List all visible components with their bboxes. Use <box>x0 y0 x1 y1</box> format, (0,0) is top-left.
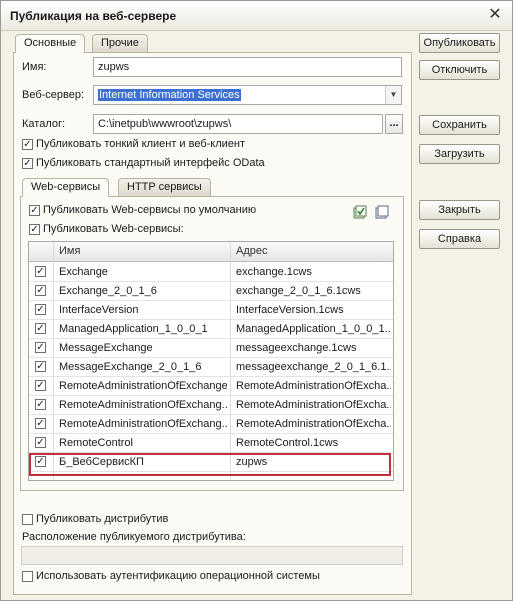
name-label: Имя: <box>22 61 47 73</box>
row-checkbox[interactable] <box>35 285 46 296</box>
default-services-label: Публиковать Web-сервисы по умолчанию <box>43 204 257 216</box>
name-field[interactable]: zupws <box>93 57 402 77</box>
table-row[interactable]: RemoteAdministrationOfExchang... RemoteAd… <box>29 415 393 434</box>
row-address: exchange_2_0_1_6.1cws <box>236 285 361 297</box>
distr-location-field <box>21 546 403 565</box>
row-checkbox[interactable] <box>35 342 46 353</box>
tab-main[interactable]: Основные <box>15 34 86 53</box>
row-address: InterfaceVersion.1cws <box>236 304 344 316</box>
row-checkbox[interactable] <box>35 323 46 334</box>
table-row[interactable]: Exchange_2_0_1_6 exchange_2_0_1_6.1cws <box>29 282 393 301</box>
window-title: Публикация на веб-сервере <box>10 9 177 23</box>
os-auth-label: Использовать аутентификацию операционной… <box>36 570 320 582</box>
row-address: RemoteControl.1cws <box>236 437 339 449</box>
row-address: messageexchange_2_0_1_6.1... <box>236 361 391 373</box>
help-button[interactable]: Справка <box>419 229 500 249</box>
row-name: InterfaceVersion <box>59 304 139 316</box>
tab-other[interactable]: Прочие <box>92 34 148 52</box>
row-name: Б_ВебСервисКП <box>59 456 144 468</box>
row-name: MessageExchange <box>59 342 153 354</box>
row-checkbox[interactable] <box>35 437 46 448</box>
row-address: RemoteAdministrationOfExcha... <box>236 399 391 411</box>
server-select[interactable]: Internet Information Services ▼ <box>93 85 402 105</box>
publish-odata-checkbox[interactable] <box>22 158 33 169</box>
web-services-table: Имя Адрес Exchange exchange.1cws Exchange_… <box>28 241 394 481</box>
row-checkbox[interactable] <box>35 266 46 277</box>
tab-web-services[interactable]: Web-сервисы <box>22 178 110 197</box>
table-row[interactable]: RemoteAdministrationOfExchang... RemoteAd… <box>29 396 393 415</box>
publish-thin-label: Публиковать тонкий клиент и веб-клиент <box>36 138 246 150</box>
disable-button[interactable]: Отключить <box>419 60 500 80</box>
publish-button[interactable]: Опубликовать <box>419 33 500 53</box>
publish-distr-checkbox[interactable] <box>22 514 33 525</box>
table-row[interactable]: InterfaceVersion InterfaceVersion.1cws <box>29 301 393 320</box>
check-all-icon[interactable] <box>353 205 367 219</box>
column-name-header[interactable]: Имя <box>59 245 80 257</box>
row-checkbox[interactable] <box>35 399 46 410</box>
table-header: Имя Адрес <box>29 242 393 262</box>
table-row[interactable]: MessageExchange_2_0_1_6 messageexchange_2… <box>29 358 393 377</box>
publish-services-label: Публиковать Web-сервисы: <box>43 223 184 235</box>
close-icon[interactable]: ✕ <box>486 6 504 24</box>
close-button[interactable]: Закрыть <box>419 200 500 220</box>
save-button[interactable]: Сохранить <box>419 115 500 135</box>
row-checkbox[interactable] <box>35 380 46 391</box>
table-row[interactable]: RemoteControl RemoteControl.1cws <box>29 434 393 453</box>
row-name: Exchange_2_0_1_6 <box>59 285 157 297</box>
row-name: RemoteControl <box>59 437 133 449</box>
publish-thin-checkbox[interactable] <box>22 139 33 150</box>
table-row[interactable]: MessageExchange messageexchange.1cws <box>29 339 393 358</box>
catalog-field[interactable]: C:\inetpub\wwwroot\zupws\ <box>93 114 383 134</box>
row-checkbox[interactable] <box>35 361 46 372</box>
default-services-checkbox[interactable] <box>29 205 40 216</box>
os-auth-checkbox[interactable] <box>22 571 33 582</box>
row-name: ManagedApplication_1_0_0_1 <box>59 323 208 335</box>
publish-odata-label: Публиковать стандартный интерфейс OData <box>36 157 265 169</box>
row-address: RemoteAdministrationOfExcha... <box>236 380 391 392</box>
row-checkbox[interactable] <box>35 418 46 429</box>
row-checkbox[interactable] <box>35 304 46 315</box>
row-name: MessageExchange_2_0_1_6 <box>59 361 202 373</box>
column-address-header[interactable]: Адрес <box>236 245 268 257</box>
row-checkbox[interactable] <box>35 456 46 467</box>
server-label: Веб-сервер: <box>22 89 85 101</box>
publish-services-checkbox[interactable] <box>29 224 40 235</box>
publish-dialog: Публикация на веб-сервере ✕ Основные Про… <box>0 0 513 601</box>
server-value: Internet Information Services <box>98 89 241 101</box>
uncheck-all-icon[interactable] <box>375 205 389 219</box>
row-address: zupws <box>236 456 268 468</box>
table-row[interactable]: Б_ВебСервисКП zupws <box>29 453 393 472</box>
row-address: exchange.1cws <box>236 266 312 278</box>
tab-http-services[interactable]: HTTP сервисы <box>118 178 211 196</box>
title-bar: Публикация на веб-сервере ✕ <box>1 1 512 31</box>
row-address: messageexchange.1cws <box>236 342 357 354</box>
chevron-down-icon[interactable]: ▼ <box>385 86 401 104</box>
row-name: Exchange <box>59 266 108 278</box>
row-address: RemoteAdministrationOfExcha... <box>236 418 391 430</box>
row-name: RemoteAdministrationOfExchang... <box>59 418 227 430</box>
row-name: RemoteAdministrationOfExchang... <box>59 399 227 411</box>
distr-location-label: Расположение публикуемого дистрибутива: <box>22 531 246 543</box>
publish-distr-label: Публиковать дистрибутив <box>36 513 169 525</box>
browse-button[interactable]: ... <box>385 114 403 134</box>
table-row[interactable]: Exchange exchange.1cws <box>29 263 393 282</box>
table-row[interactable]: RemoteAdministrationOfExchange RemoteAdmi… <box>29 377 393 396</box>
load-button[interactable]: Загрузить <box>419 144 500 164</box>
table-row[interactable]: ManagedApplication_1_0_0_1 ManagedApplica… <box>29 320 393 339</box>
catalog-label: Каталог: <box>22 118 66 130</box>
row-name: RemoteAdministrationOfExchange <box>59 380 227 392</box>
row-address: ManagedApplication_1_0_0_1... <box>236 323 391 335</box>
